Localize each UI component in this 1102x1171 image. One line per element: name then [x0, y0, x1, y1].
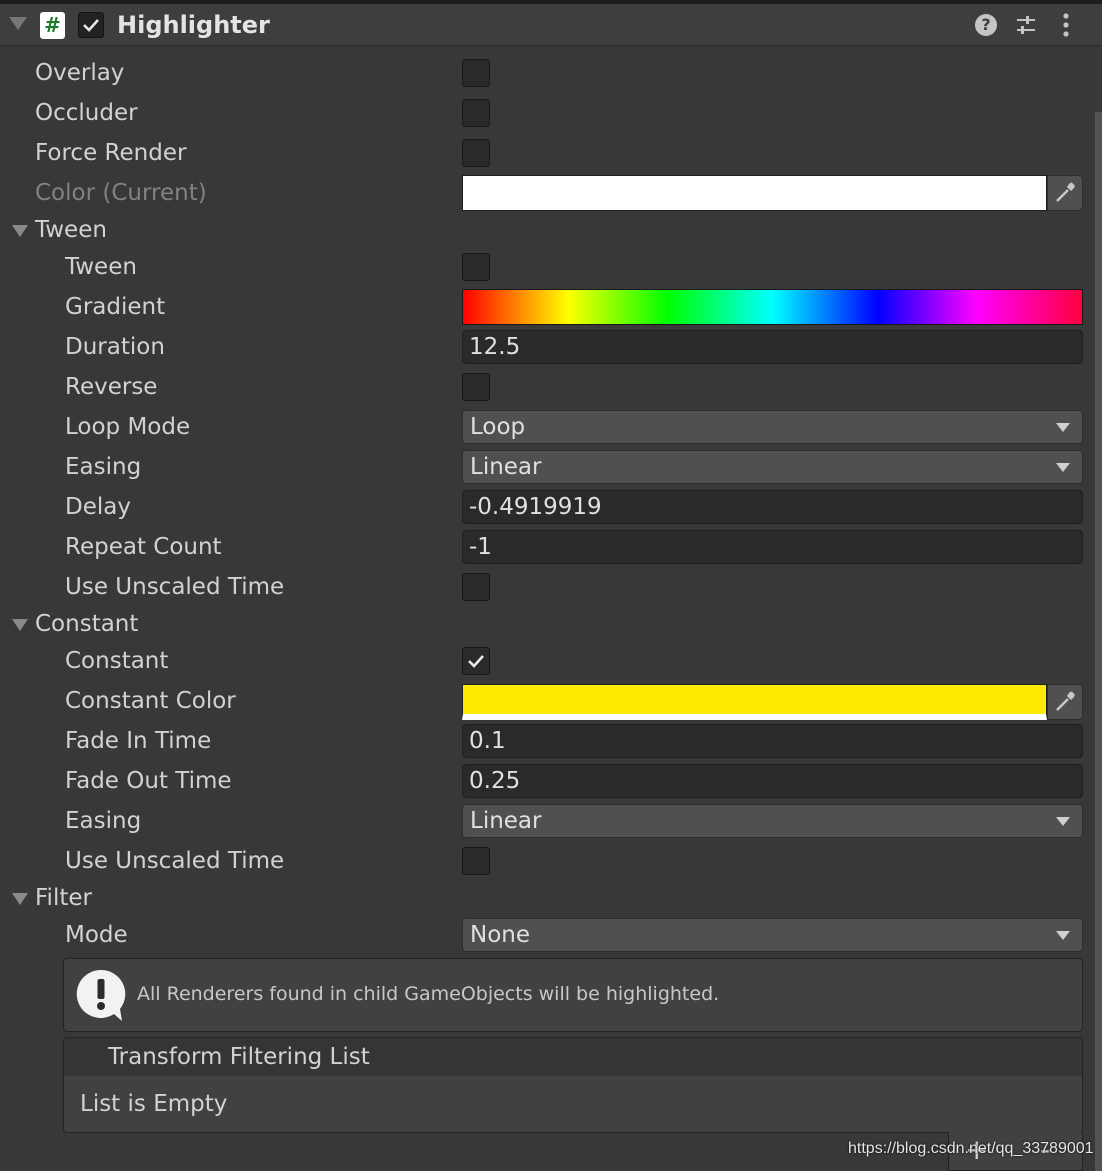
component-title: Highlighter — [117, 11, 270, 39]
filter-section-label[interactable]: Filter — [35, 885, 92, 911]
menu-icon[interactable] — [1058, 12, 1074, 38]
color-current-eyedropper-button[interactable] — [1047, 175, 1083, 211]
overlay-checkbox[interactable] — [462, 59, 490, 87]
constant-section-label[interactable]: Constant — [35, 611, 138, 637]
fade-in-time-label: Fade In Time — [65, 728, 212, 754]
tween-label: Tween — [65, 254, 137, 280]
constant-easing-value: Linear — [470, 808, 542, 834]
constant-easing-dropdown[interactable]: Linear — [462, 804, 1083, 838]
filter-mode-label: Mode — [65, 922, 128, 948]
script-icon: # — [40, 12, 65, 39]
delay-label: Delay — [65, 494, 131, 520]
chevron-down-icon — [1056, 817, 1070, 826]
component-enabled-checkbox[interactable] — [78, 12, 104, 38]
delay-field[interactable]: -0.4919919 — [462, 490, 1083, 524]
tween-easing-value: Linear — [470, 454, 542, 480]
overlay-label: Overlay — [35, 60, 125, 86]
force-render-checkbox[interactable] — [462, 139, 490, 167]
repeat-count-field[interactable]: -1 — [462, 530, 1083, 564]
tween-easing-label: Easing — [65, 454, 142, 480]
constant-easing-label: Easing — [65, 808, 142, 834]
watermark-text: https://blog.csdn.net/qq_33789001 — [848, 1140, 1094, 1157]
loop-mode-value: Loop — [470, 414, 526, 440]
constant-checkbox[interactable] — [462, 647, 490, 675]
scrollbar[interactable] — [1095, 112, 1102, 1171]
tween-unscaled-time-label: Use Unscaled Time — [65, 574, 285, 600]
constant-color-field[interactable] — [462, 684, 1047, 720]
constant-label: Constant — [65, 648, 169, 674]
help-text: All Renderers found in child GameObjects… — [137, 983, 720, 1005]
help-box: All Renderers found in child GameObjects… — [63, 958, 1083, 1032]
transform-filtering-list-body: List is Empty — [63, 1076, 1083, 1133]
constant-foldout-arrow-icon[interactable] — [12, 619, 28, 631]
component-foldout-arrow-icon[interactable] — [9, 17, 27, 30]
info-bubble-icon — [74, 967, 128, 1021]
list-empty-text: List is Empty — [80, 1091, 228, 1117]
reverse-label: Reverse — [65, 374, 158, 400]
force-render-label: Force Render — [35, 140, 187, 166]
constant-unscaled-time-label: Use Unscaled Time — [65, 848, 285, 874]
constant-color-label: Constant Color — [65, 688, 236, 714]
occluder-label: Occluder — [35, 100, 138, 126]
color-current-field[interactable] — [462, 175, 1047, 211]
fade-in-time-field[interactable]: 0.1 — [462, 724, 1083, 758]
gradient-label: Gradient — [65, 294, 166, 320]
tween-easing-dropdown[interactable]: Linear — [462, 450, 1083, 484]
loop-mode-dropdown[interactable]: Loop — [462, 410, 1083, 444]
help-icon[interactable]: ? — [975, 14, 997, 36]
filter-mode-value: None — [470, 922, 531, 948]
tween-unscaled-time-checkbox[interactable] — [462, 573, 490, 601]
tween-foldout-arrow-icon[interactable] — [12, 225, 28, 237]
chevron-down-icon — [1056, 931, 1070, 940]
tween-section-label[interactable]: Tween — [35, 217, 107, 243]
reverse-checkbox[interactable] — [462, 373, 490, 401]
duration-label: Duration — [65, 334, 165, 360]
eyedropper-icon — [1056, 691, 1075, 711]
repeat-count-label: Repeat Count — [65, 534, 222, 560]
checkmark-icon — [468, 655, 484, 668]
color-current-label: Color (Current) — [35, 180, 207, 206]
fade-out-time-field[interactable]: 0.25 — [462, 764, 1083, 798]
duration-field[interactable]: 12.5 — [462, 330, 1083, 364]
preset-icon[interactable] — [1015, 14, 1037, 36]
checkmark-icon — [83, 19, 99, 32]
loop-mode-label: Loop Mode — [65, 414, 191, 440]
tween-checkbox[interactable] — [462, 253, 490, 281]
list-title: Transform Filtering List — [108, 1044, 370, 1070]
gradient-field[interactable] — [462, 289, 1083, 325]
occluder-checkbox[interactable] — [462, 99, 490, 127]
filter-mode-dropdown[interactable]: None — [462, 918, 1083, 952]
fade-out-time-label: Fade Out Time — [65, 768, 232, 794]
chevron-down-icon — [1056, 423, 1070, 432]
constant-color-eyedropper-button[interactable] — [1047, 684, 1083, 720]
eyedropper-icon — [1056, 182, 1075, 202]
chevron-down-icon — [1056, 463, 1070, 472]
constant-unscaled-time-checkbox[interactable] — [462, 847, 490, 875]
filter-foldout-arrow-icon[interactable] — [12, 893, 28, 905]
transform-filtering-list-header[interactable]: Transform Filtering List — [63, 1037, 1083, 1077]
